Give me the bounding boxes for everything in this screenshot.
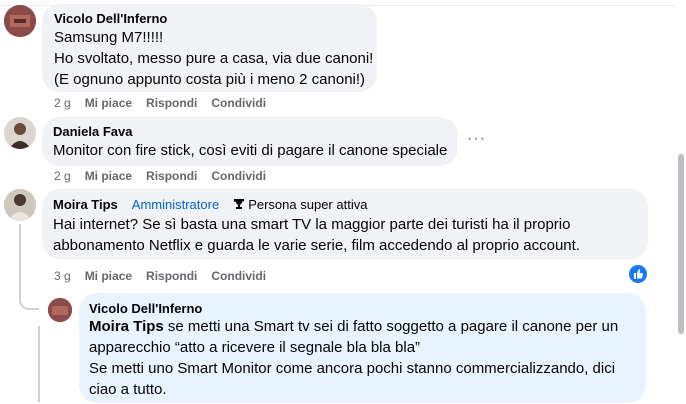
comment-author[interactable]: Vicolo Dell'Inferno xyxy=(54,11,167,27)
avatar-image xyxy=(4,189,36,221)
reply-thread-line xyxy=(38,326,40,402)
like-button[interactable]: Mi piace xyxy=(85,168,132,184)
comment-line: Samsung M7!!!!! xyxy=(54,29,164,46)
avatar-image xyxy=(4,117,36,149)
share-button[interactable]: Condividi xyxy=(211,95,266,111)
avatar[interactable] xyxy=(4,117,36,149)
share-button[interactable]: Condividi xyxy=(211,168,266,184)
comment-actions: 3 g Mi piace Rispondi Condividi xyxy=(54,268,280,284)
top-contributor-badge[interactable]: Persona super attiva xyxy=(233,197,367,212)
avatar-image xyxy=(4,5,36,37)
trophy-icon xyxy=(234,199,245,209)
reply-line: apparecchio “atto a ricevere il segnale … xyxy=(89,339,421,356)
reply-bubble: Vicolo Dell'Inferno Moira Tips se metti … xyxy=(79,293,646,403)
reply-button[interactable]: Rispondi xyxy=(146,95,197,111)
avatar[interactable] xyxy=(4,189,36,221)
reply-line: Se metti uno Smart Monitor come ancora p… xyxy=(89,360,616,377)
reply-line: Moira Tips se metti una Smart tv sei di … xyxy=(89,316,618,337)
reply-button[interactable]: Rispondi xyxy=(146,168,197,184)
comment-bubble: Vicolo Dell'Inferno Samsung M7!!!!! Ho s… xyxy=(42,4,377,92)
comment-bubble: Moira Tips Amministratore Persona super at… xyxy=(42,189,648,259)
reply-text: se metti una Smart tv sei di fatto sogge… xyxy=(163,318,619,335)
comment-line: abbonamento Netflix e guarda le varie se… xyxy=(53,237,580,254)
avatar-image xyxy=(48,298,72,322)
comment-line: Hai internet? Se sì basta una smart TV l… xyxy=(53,216,571,233)
comment-time[interactable]: 2 g xyxy=(54,168,71,184)
like-button[interactable]: Mi piace xyxy=(85,95,132,111)
comment-actions: 2 g Mi piace Rispondi Condividi xyxy=(54,95,280,111)
comment-author[interactable]: Moira Tips xyxy=(53,197,118,212)
comment-time[interactable]: 3 g xyxy=(54,268,71,284)
comment-header: Moira Tips Amministratore Persona super at… xyxy=(53,197,367,213)
comment-line: (E ognuno appunto costa più i meno 2 can… xyxy=(54,71,366,88)
admin-badge[interactable]: Amministratore xyxy=(132,197,219,212)
thumbs-up-glyph xyxy=(634,269,643,279)
share-button[interactable]: Condividi xyxy=(211,268,266,284)
mention-link[interactable]: Moira Tips xyxy=(89,318,164,335)
comment-time[interactable]: 2 g xyxy=(54,95,71,111)
like-button[interactable]: Mi piace xyxy=(85,268,132,284)
badge-label: Persona super attiva xyxy=(248,197,368,212)
thumbs-up-icon[interactable] xyxy=(627,263,649,285)
reply-button[interactable]: Rispondi xyxy=(146,268,197,284)
thread-line xyxy=(19,224,39,310)
comment-bubble: Daniela Fava Monitor con fire stick, cos… xyxy=(42,117,458,166)
scrollbar-thumb[interactable] xyxy=(678,154,684,334)
comment-author[interactable]: Daniela Fava xyxy=(53,124,133,140)
reply-author[interactable]: Vicolo Dell'Inferno xyxy=(89,301,202,317)
avatar[interactable] xyxy=(48,298,72,322)
reply-line: ciao a tutto. xyxy=(89,381,167,398)
avatar[interactable] xyxy=(4,5,36,37)
comment-actions: 2 g Mi piace Rispondi Condividi xyxy=(54,168,280,184)
more-options-icon[interactable]: ··· xyxy=(467,130,486,148)
comment-line: Ho svoltato, messo pure a casa, via due … xyxy=(54,50,374,67)
comment-line: Monitor con fire stick, così eviti di pa… xyxy=(53,142,448,159)
